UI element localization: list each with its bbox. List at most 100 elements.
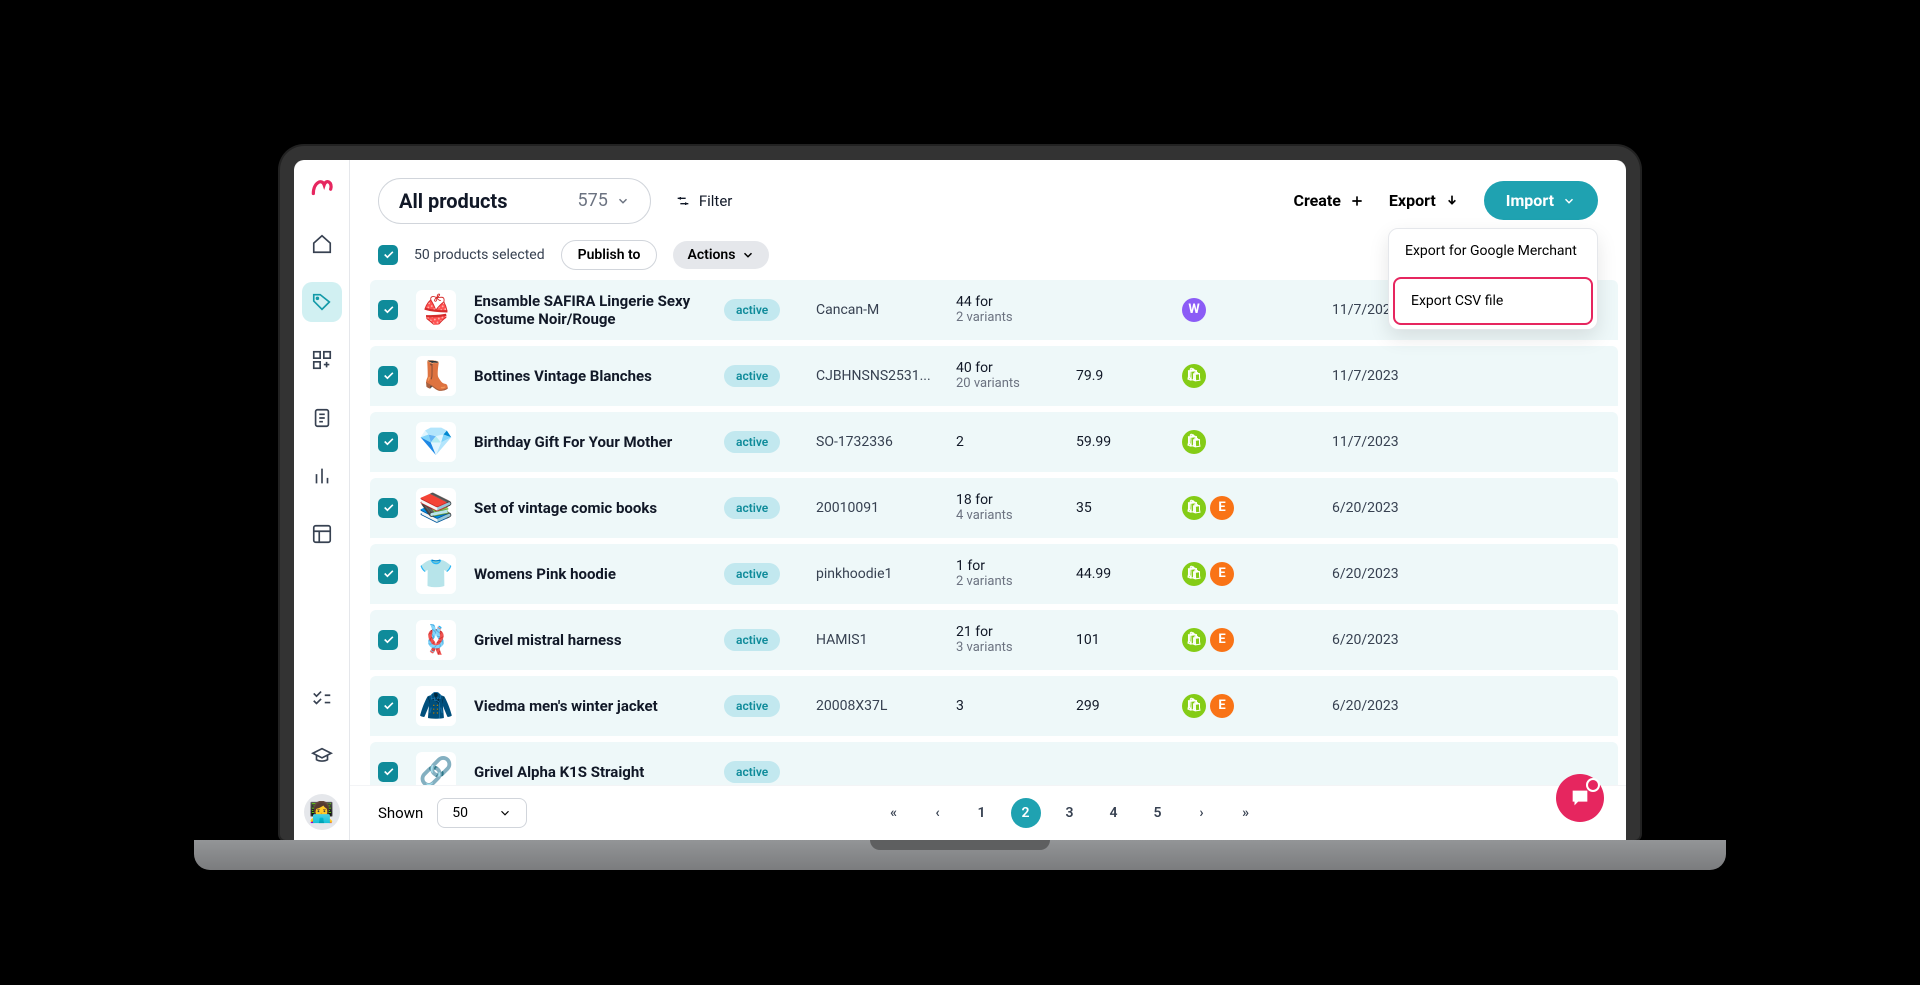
last-page-button[interactable]: »: [1231, 798, 1261, 828]
select-all-checkbox[interactable]: [378, 245, 398, 265]
product-channels: 🛍: [1182, 430, 1322, 454]
product-thumbnail: 👙: [416, 290, 456, 330]
row-checkbox[interactable]: [378, 696, 398, 716]
sidebar-item-layout[interactable]: [302, 514, 342, 554]
first-page-button[interactable]: «: [879, 798, 909, 828]
sidebar: 👩‍💻: [294, 160, 350, 840]
row-checkbox[interactable]: [378, 366, 398, 386]
channel-badge: E: [1210, 694, 1234, 718]
row-checkbox[interactable]: [378, 630, 398, 650]
table-row[interactable]: 🔗 Grivel Alpha K1S Straight active: [370, 742, 1618, 785]
product-channels: 🛍E: [1182, 562, 1322, 586]
sidebar-item-products[interactable]: [302, 282, 342, 322]
product-quantity: 21 for3 variants: [956, 624, 1066, 655]
chat-icon: [1569, 787, 1591, 809]
channel-badge: E: [1210, 496, 1234, 520]
product-date: 6/20/2023: [1332, 698, 1432, 714]
export-google-merchant[interactable]: Export for Google Merchant: [1389, 229, 1597, 273]
sidebar-item-docs[interactable]: [302, 398, 342, 438]
products-dropdown[interactable]: All products 575: [378, 178, 651, 224]
check-icon: [382, 369, 395, 382]
row-checkbox[interactable]: [378, 300, 398, 320]
chat-button[interactable]: [1556, 774, 1604, 822]
page-button[interactable]: 2: [1011, 798, 1041, 828]
product-quantity: 44 for2 variants: [956, 294, 1066, 325]
page-button[interactable]: 4: [1099, 798, 1129, 828]
shown-label: Shown: [378, 804, 423, 822]
product-sku: Cancan-M: [816, 302, 946, 318]
product-price: 59.99: [1076, 434, 1172, 450]
product-channels: W: [1182, 298, 1322, 322]
product-date: 6/20/2023: [1332, 566, 1432, 582]
pagination: « ‹ 12345 › »: [541, 798, 1598, 828]
product-sku: pinkhoodie1: [816, 566, 946, 582]
check-icon: [382, 633, 395, 646]
status-badge: active: [724, 761, 780, 783]
export-menu: Export for Google Merchant Export CSV fi…: [1388, 228, 1598, 330]
product-count: 575: [577, 190, 629, 211]
filter-button[interactable]: Filter: [675, 192, 733, 210]
sidebar-item-tasks[interactable]: [302, 678, 342, 718]
product-channels: 🛍: [1182, 364, 1322, 388]
product-sku: HAMIS1: [816, 632, 946, 648]
channel-badge: 🛍: [1182, 628, 1206, 652]
import-button[interactable]: Import: [1484, 181, 1598, 220]
topbar: All products 575 Filter Create Export: [350, 160, 1626, 230]
page-button[interactable]: 1: [967, 798, 997, 828]
export-button[interactable]: Export: [1389, 191, 1460, 210]
channel-badge: 🛍: [1182, 496, 1206, 520]
page-size-select[interactable]: 50: [437, 798, 527, 828]
status-badge: active: [724, 629, 780, 651]
product-date: 11/7/2023: [1332, 368, 1432, 384]
product-price: 299: [1076, 698, 1172, 714]
user-avatar[interactable]: 👩‍💻: [304, 794, 340, 830]
sidebar-item-home[interactable]: [302, 224, 342, 264]
product-name: Birthday Gift For Your Mother: [474, 433, 714, 451]
sidebar-item-apps[interactable]: [302, 340, 342, 380]
create-button[interactable]: Create: [1293, 191, 1364, 210]
table-row[interactable]: 👕 Womens Pink hoodie active pinkhoodie1 …: [370, 544, 1618, 610]
publish-to-button[interactable]: Publish to: [561, 240, 658, 270]
next-page-button[interactable]: ›: [1187, 798, 1217, 828]
table-row[interactable]: 📚 Set of vintage comic books active 2001…: [370, 478, 1618, 544]
check-icon: [382, 501, 395, 514]
status-badge: active: [724, 497, 780, 519]
check-icon: [382, 567, 395, 580]
sidebar-item-education[interactable]: [302, 736, 342, 776]
product-quantity: 2: [956, 434, 1066, 450]
filter-icon: [675, 193, 691, 209]
row-checkbox[interactable]: [378, 564, 398, 584]
chevron-down-icon: [498, 806, 512, 820]
row-checkbox[interactable]: [378, 498, 398, 518]
product-sku: SO-1732336: [816, 434, 946, 450]
row-checkbox[interactable]: [378, 432, 398, 452]
sidebar-item-analytics[interactable]: [302, 456, 342, 496]
export-csv-file[interactable]: Export CSV file: [1393, 277, 1593, 325]
product-thumbnail: 🧥: [416, 686, 456, 726]
check-icon: [382, 435, 395, 448]
page-button[interactable]: 3: [1055, 798, 1085, 828]
product-name: Viedma men's winter jacket: [474, 697, 714, 715]
prev-page-button[interactable]: ‹: [923, 798, 953, 828]
table-row[interactable]: 🧥 Viedma men's winter jacket active 2000…: [370, 676, 1618, 742]
product-price: 101: [1076, 632, 1172, 648]
chevron-down-icon: [1562, 194, 1576, 208]
page-button[interactable]: 5: [1143, 798, 1173, 828]
channel-badge: 🛍: [1182, 562, 1206, 586]
row-checkbox[interactable]: [378, 762, 398, 782]
product-sku: CJBHNSNS2531...: [816, 368, 946, 384]
table-row[interactable]: 💎 Birthday Gift For Your Mother active S…: [370, 412, 1618, 478]
actions-button[interactable]: Actions: [673, 241, 769, 269]
channel-badge: W: [1182, 298, 1206, 322]
table-row[interactable]: 🪢 Grivel mistral harness active HAMIS1 2…: [370, 610, 1618, 676]
product-price: 35: [1076, 500, 1172, 516]
product-date: 11/7/2023: [1332, 434, 1432, 450]
table-row[interactable]: 👢 Bottines Vintage Blanches active CJBHN…: [370, 346, 1618, 412]
status-badge: active: [724, 431, 780, 453]
channel-badge: 🛍: [1182, 694, 1206, 718]
channel-badge: 🛍: [1182, 430, 1206, 454]
product-thumbnail: 📚: [416, 488, 456, 528]
selection-count: 50 products selected: [414, 247, 545, 263]
product-thumbnail: 👕: [416, 554, 456, 594]
product-name: Womens Pink hoodie: [474, 565, 714, 583]
